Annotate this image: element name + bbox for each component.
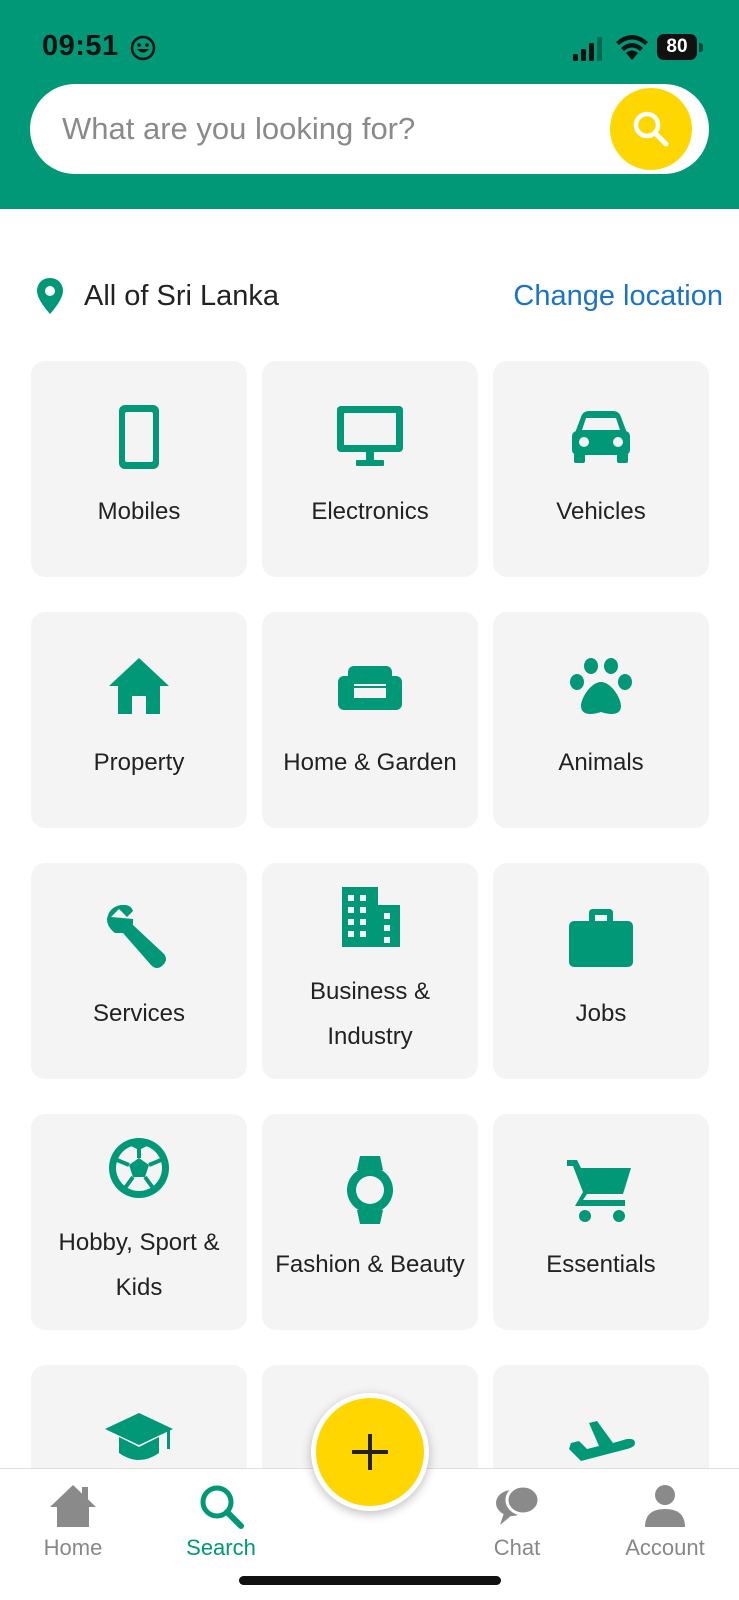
home-icon	[50, 1485, 96, 1527]
app-header: 09:51 80	[0, 0, 739, 209]
nav-chat[interactable]: Chat	[447, 1481, 587, 1561]
category-property[interactable]: Property	[31, 612, 247, 828]
post-ad-button[interactable]	[311, 1393, 429, 1511]
building-icon	[342, 887, 400, 947]
shopping-cart-icon	[567, 1160, 631, 1222]
category-electronics[interactable]: Electronics	[262, 361, 478, 577]
search-input[interactable]	[62, 84, 602, 174]
category-jobs[interactable]: Jobs	[493, 863, 709, 1079]
wifi-icon	[616, 35, 648, 60]
category-hobby-sport-kids[interactable]: Hobby, Sport & Kids	[31, 1114, 247, 1330]
category-vehicles[interactable]: Vehicles	[493, 361, 709, 577]
nav-home[interactable]: Home	[3, 1481, 143, 1561]
category-services[interactable]: Services	[31, 863, 247, 1079]
search-button[interactable]	[610, 88, 692, 170]
battery-icon: 80	[657, 34, 703, 60]
nav-account[interactable]: Account	[595, 1481, 735, 1561]
user-icon	[645, 1485, 685, 1527]
location-row: All of Sri Lanka Change location	[0, 272, 739, 322]
current-location: All of Sri Lanka	[84, 280, 280, 312]
home-indicator	[239, 1576, 501, 1585]
search-bar[interactable]	[30, 84, 709, 174]
plus-icon	[352, 1434, 388, 1470]
watch-icon	[347, 1156, 393, 1224]
smiley-icon	[130, 35, 156, 61]
category-animals[interactable]: Animals	[493, 612, 709, 828]
status-time: 09:51	[42, 30, 119, 62]
category-business-industry[interactable]: Business & Industry	[262, 863, 478, 1079]
battery-level: 80	[657, 34, 697, 60]
change-location-link[interactable]: Change location	[513, 280, 723, 313]
signal-icon	[573, 37, 602, 61]
search-icon	[200, 1485, 244, 1529]
graduation-cap-icon	[105, 1413, 173, 1460]
wrench-icon	[107, 905, 166, 968]
chat-icon	[496, 1484, 541, 1525]
monitor-icon	[337, 406, 403, 466]
car-icon	[572, 411, 630, 463]
soccer-ball-icon	[109, 1138, 169, 1198]
status-bar: 09:51 80	[0, 0, 739, 84]
house-icon	[109, 658, 169, 714]
nav-search[interactable]: Search	[151, 1481, 291, 1561]
category-essentials[interactable]: Essentials	[493, 1114, 709, 1330]
mobile-phone-icon	[119, 405, 159, 469]
location-pin-icon	[37, 278, 63, 314]
category-home-garden[interactable]: Home & Garden	[262, 612, 478, 828]
briefcase-icon	[569, 909, 633, 967]
sofa-icon	[338, 666, 402, 710]
paw-icon	[570, 658, 632, 714]
search-icon	[633, 111, 669, 147]
category-fashion-beauty[interactable]: Fashion & Beauty	[262, 1114, 478, 1330]
category-mobiles[interactable]: Mobiles	[31, 361, 247, 577]
